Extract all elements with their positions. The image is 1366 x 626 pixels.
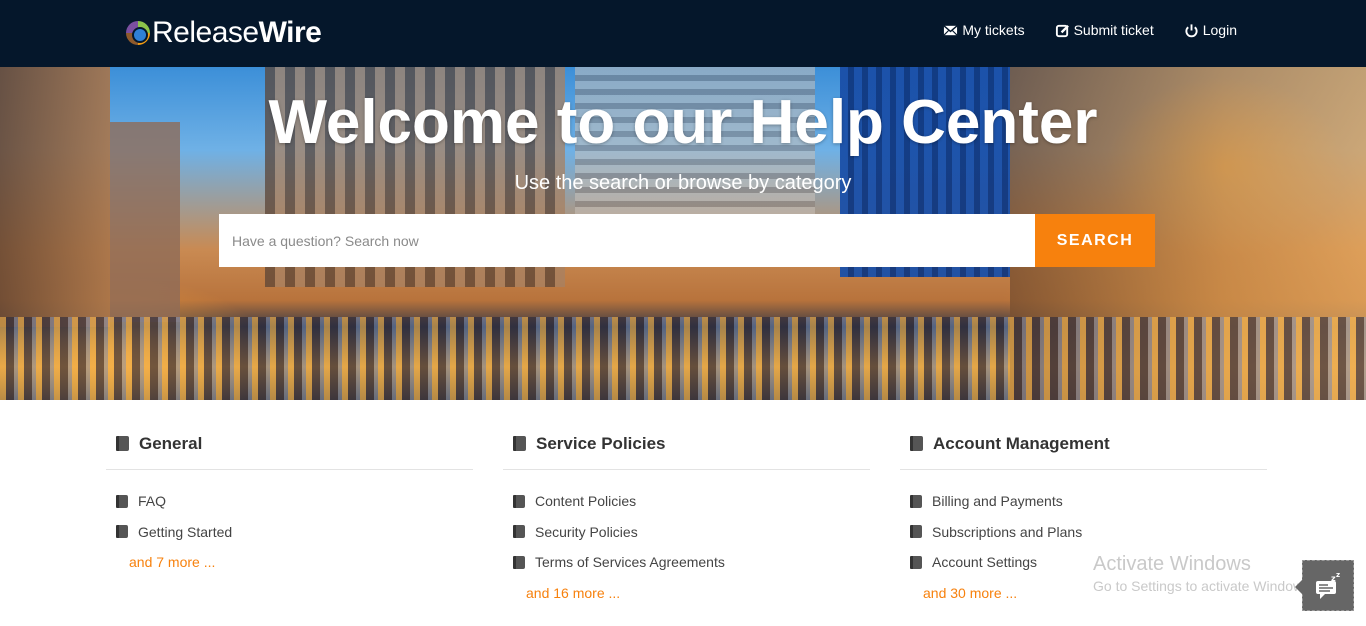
category-header[interactable]: Service Policies bbox=[503, 430, 870, 470]
list-item[interactable]: Content Policies bbox=[513, 486, 870, 517]
list-item[interactable]: Getting Started bbox=[116, 517, 473, 548]
category-header[interactable]: General bbox=[106, 430, 473, 470]
category-header[interactable]: Account Management bbox=[900, 430, 1267, 470]
chat-widget-button[interactable]: z z bbox=[1295, 560, 1354, 611]
releasewire-logo[interactable]: ReleaseWire bbox=[126, 16, 322, 49]
edit-icon bbox=[1055, 24, 1069, 37]
chat-sleep-icon: z z bbox=[1316, 571, 1340, 599]
nav-my-tickets[interactable]: My tickets bbox=[943, 22, 1025, 38]
list-item-label[interactable]: Getting Started bbox=[138, 524, 232, 540]
book-icon bbox=[513, 494, 525, 508]
list-item-label[interactable]: Terms of Services Agreements bbox=[535, 554, 725, 570]
category-title[interactable]: Service Policies bbox=[536, 434, 665, 454]
book-icon bbox=[910, 436, 923, 451]
hero-title: Welcome to our Help Center bbox=[268, 88, 1098, 157]
top-navbar: ReleaseWire My tickets Submit ticket Log… bbox=[0, 0, 1366, 67]
book-icon bbox=[116, 494, 128, 508]
category-service-policies: Service Policies Content Policies Securi… bbox=[503, 430, 870, 608]
category-general: General FAQ Getting Started and 7 more .… bbox=[106, 430, 473, 608]
logo-mark-icon bbox=[126, 21, 150, 45]
hero-subtitle: Use the search or browse by category bbox=[514, 172, 852, 194]
nav-submit-ticket-label: Submit ticket bbox=[1073, 22, 1154, 38]
hero-background-river bbox=[0, 317, 1366, 400]
book-icon bbox=[116, 436, 129, 451]
book-icon bbox=[513, 436, 526, 451]
search-input[interactable] bbox=[219, 214, 1035, 267]
logo-text: ReleaseWire bbox=[152, 16, 322, 49]
activate-windows-title: Activate Windows bbox=[1093, 553, 1251, 575]
list-item[interactable]: Billing and Payments bbox=[910, 486, 1267, 517]
list-item[interactable]: Security Policies bbox=[513, 517, 870, 548]
nav-login[interactable]: Login bbox=[1184, 22, 1237, 38]
list-item-label[interactable]: Security Policies bbox=[535, 524, 638, 540]
list-item-label[interactable]: FAQ bbox=[138, 493, 166, 509]
book-icon bbox=[910, 525, 922, 539]
book-icon bbox=[910, 555, 922, 569]
list-item-label[interactable]: Account Settings bbox=[932, 554, 1037, 570]
list-item[interactable]: Subscriptions and Plans bbox=[910, 517, 1267, 548]
list-item-label[interactable]: Billing and Payments bbox=[932, 493, 1063, 509]
activate-windows-subtitle: Go to Settings to activate Windows. bbox=[1093, 578, 1314, 594]
list-item[interactable]: Terms of Services Agreements bbox=[513, 547, 870, 578]
book-icon bbox=[910, 494, 922, 508]
nav-submit-ticket[interactable]: Submit ticket bbox=[1055, 22, 1154, 38]
list-item-label[interactable]: Subscriptions and Plans bbox=[932, 524, 1082, 540]
book-icon bbox=[116, 525, 128, 539]
search-button[interactable]: SEARCH bbox=[1035, 214, 1155, 267]
activate-windows-watermark: Activate Windows Go to Settings to activ… bbox=[1093, 553, 1314, 594]
hero-banner: Welcome to our Help Center Use the searc… bbox=[0, 67, 1366, 400]
nav-login-label: Login bbox=[1202, 22, 1237, 38]
category-title[interactable]: General bbox=[139, 434, 202, 454]
list-item[interactable]: FAQ bbox=[116, 486, 473, 517]
category-title[interactable]: Account Management bbox=[933, 434, 1110, 454]
nav-my-tickets-label: My tickets bbox=[962, 22, 1025, 38]
nav-menu: My tickets Submit ticket Login bbox=[943, 22, 1237, 38]
more-link[interactable]: and 16 more ... bbox=[503, 578, 870, 609]
power-icon bbox=[1185, 23, 1198, 37]
svg-text:z: z bbox=[1336, 571, 1340, 579]
book-icon bbox=[513, 525, 525, 539]
envelope-icon bbox=[943, 24, 958, 36]
more-link[interactable]: and 7 more ... bbox=[106, 547, 473, 578]
search-bar: SEARCH bbox=[219, 214, 1155, 267]
book-icon bbox=[513, 555, 525, 569]
list-item-label[interactable]: Content Policies bbox=[535, 493, 636, 509]
